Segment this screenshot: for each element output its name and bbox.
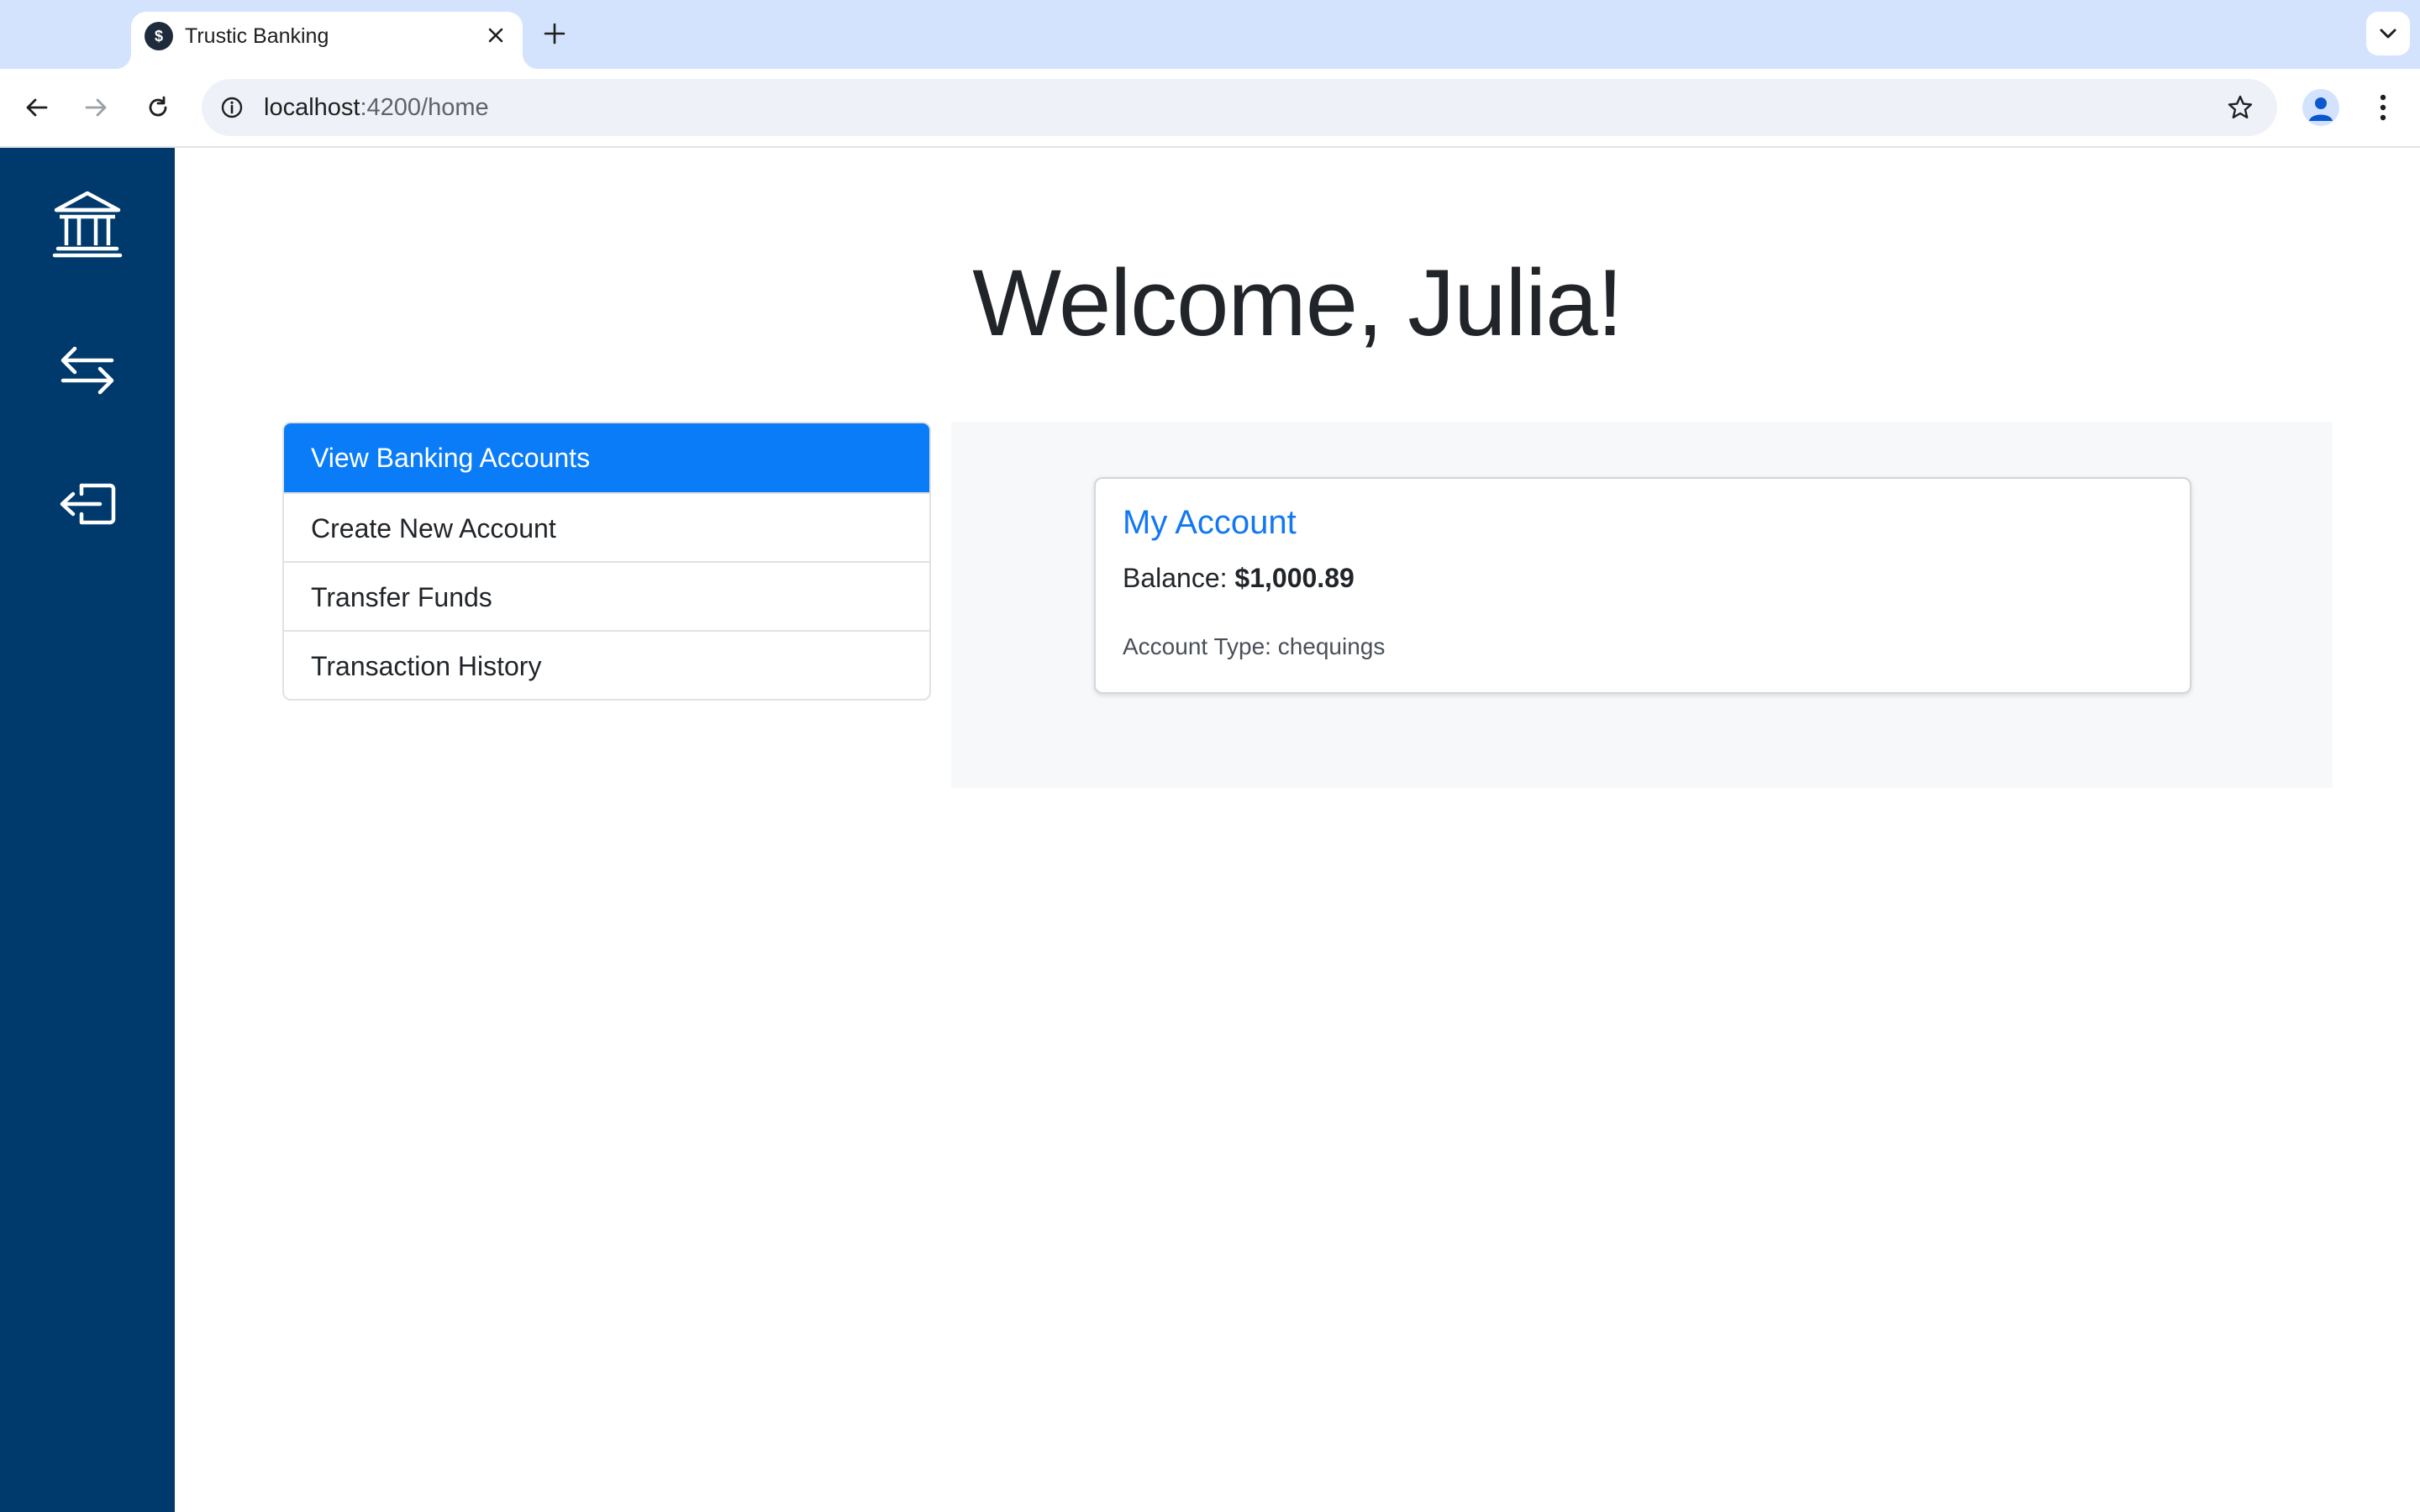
menu-item-transaction-history[interactable]: Transaction History: [284, 630, 929, 699]
account-type: Account Type: chequings: [1123, 633, 1386, 659]
balance-value: $1,000.89: [1234, 563, 1355, 593]
url-path: :4200/home: [360, 94, 489, 121]
balance-label: Balance:: [1123, 563, 1228, 593]
site-info-icon[interactable]: [213, 89, 250, 126]
browser-tab[interactable]: $ Trustic Banking: [131, 12, 523, 69]
address-bar[interactable]: localhost:4200/home: [202, 79, 2277, 136]
menu-item-view-accounts[interactable]: View Banking Accounts: [284, 423, 929, 492]
menu-item-transfer-funds[interactable]: Transfer Funds: [284, 561, 929, 630]
profile-avatar-icon[interactable]: [2302, 89, 2339, 126]
url-text: localhost:4200/home: [264, 79, 489, 136]
sidebar: [0, 148, 175, 1512]
close-icon[interactable]: [481, 20, 511, 50]
tab-search-chevron-icon[interactable]: [2366, 12, 2410, 55]
browser-toolbar: localhost:4200/home: [0, 69, 2420, 148]
accounts-panel: My Account Balance: $1,000.89 Account Ty…: [951, 422, 2333, 788]
back-arrow-icon[interactable]: [17, 87, 57, 128]
tab-title: Trustic Banking: [185, 24, 329, 48]
account-balance: Balance: $1,000.89: [1123, 563, 1355, 594]
account-title[interactable]: My Account: [1123, 504, 1297, 542]
menu-item-create-account[interactable]: Create New Account: [284, 492, 929, 561]
main-content: Welcome, Julia! View Banking Accounts Cr…: [175, 148, 2420, 1512]
browser-menu-icon[interactable]: [2366, 87, 2400, 128]
account-card[interactable]: My Account Balance: $1,000.89 Account Ty…: [1094, 477, 2191, 694]
account-menu: View Banking Accounts Create New Account…: [282, 422, 931, 701]
logout-icon[interactable]: [45, 462, 129, 546]
bank-icon[interactable]: [45, 183, 129, 267]
forward-arrow-icon[interactable]: [76, 87, 116, 128]
dollar-favicon-icon: $: [145, 22, 173, 50]
url-host: localhost: [264, 94, 360, 121]
new-tab-plus-icon[interactable]: [538, 17, 571, 50]
bookmark-star-icon[interactable]: [2222, 89, 2259, 126]
browser-tabstrip: $ Trustic Banking: [0, 0, 2420, 69]
reload-icon[interactable]: [138, 87, 178, 128]
transfer-arrows-icon[interactable]: [45, 328, 129, 412]
welcome-heading: Welcome, Julia!: [972, 250, 1623, 355]
